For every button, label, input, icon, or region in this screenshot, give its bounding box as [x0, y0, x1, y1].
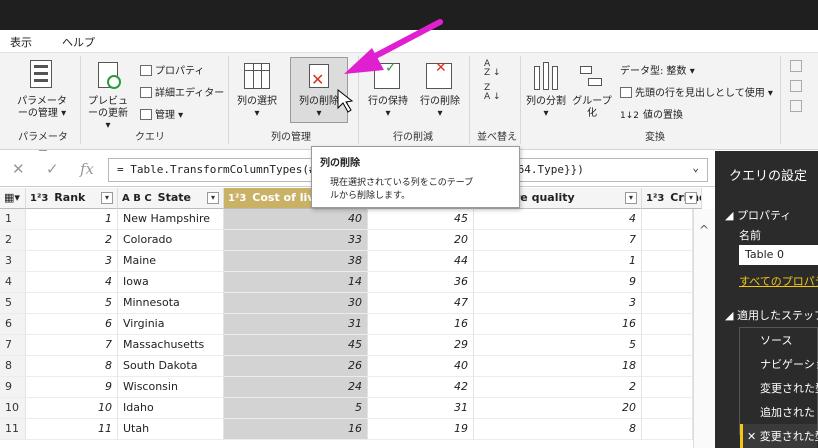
name-label: 名前: [739, 229, 761, 242]
query-settings-title: クエリの設定: [729, 169, 808, 184]
step-item[interactable]: ソース: [740, 328, 817, 352]
query-name-input[interactable]: Table 0: [739, 245, 818, 265]
delete-step-icon[interactable]: ✕: [747, 430, 760, 443]
query-settings-panel: クエリの設定 ◢ プロパティ 名前 Table 0 すべてのプロパティ ◢ 適用…: [715, 151, 818, 448]
step-item[interactable]: 変更された型: [740, 376, 818, 400]
all-properties-link[interactable]: すべてのプロパティ: [739, 273, 818, 289]
step-item[interactable]: ナビゲーション: [740, 352, 818, 376]
step-item-selected[interactable]: ✕ 変更された型: [740, 424, 818, 448]
properties-section[interactable]: ◢ プロパティ: [725, 207, 791, 223]
step-item[interactable]: 追加された: [740, 400, 817, 424]
applied-steps-section[interactable]: ◢ 適用したステップ: [725, 307, 818, 323]
applied-steps-list: ソース ナビゲーション 変更された型 追加された ✕ 変更された型: [739, 327, 818, 448]
annotation-arrow: [337, 19, 443, 113]
